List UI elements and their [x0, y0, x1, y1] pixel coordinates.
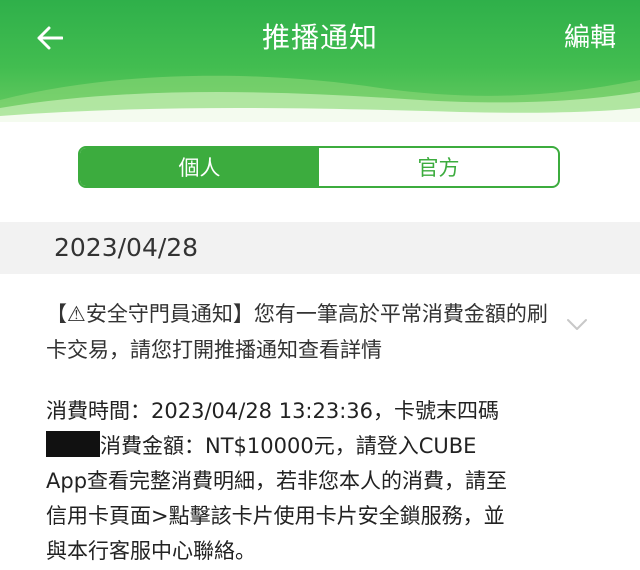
page-title: 推播通知	[261, 21, 378, 54]
notification-body-text-1: 消費時間：2023/04/28 13:23:36，卡號末四碼	[46, 399, 500, 423]
notification-body: 消費時間：2023/04/28 13:23:36，卡號末四碼消費金額：NT$10…	[46, 394, 516, 569]
notification-body-text-2: 消費金額：NT$10000元，請登入CUBE App查看完整消費明細，若非您本人…	[46, 434, 508, 563]
tab-segment-control: 個人 官方	[78, 146, 560, 188]
redacted-card-number	[46, 431, 100, 457]
tab-personal[interactable]: 個人	[80, 148, 319, 186]
notification-title[interactable]: 【⚠安全守門員通知】您有一筆高於平常消費金額的刷卡交易，請您打開推播通知查看詳情	[46, 296, 558, 368]
date-label: 2023/04/28	[54, 233, 199, 262]
header-bar: 推播通知 編輯	[0, 0, 640, 122]
chevron-down-icon[interactable]	[566, 318, 588, 332]
tab-official[interactable]: 官方	[319, 148, 558, 186]
edit-button[interactable]: 編輯	[564, 18, 616, 58]
date-section-header: 2023/04/28	[0, 222, 640, 274]
